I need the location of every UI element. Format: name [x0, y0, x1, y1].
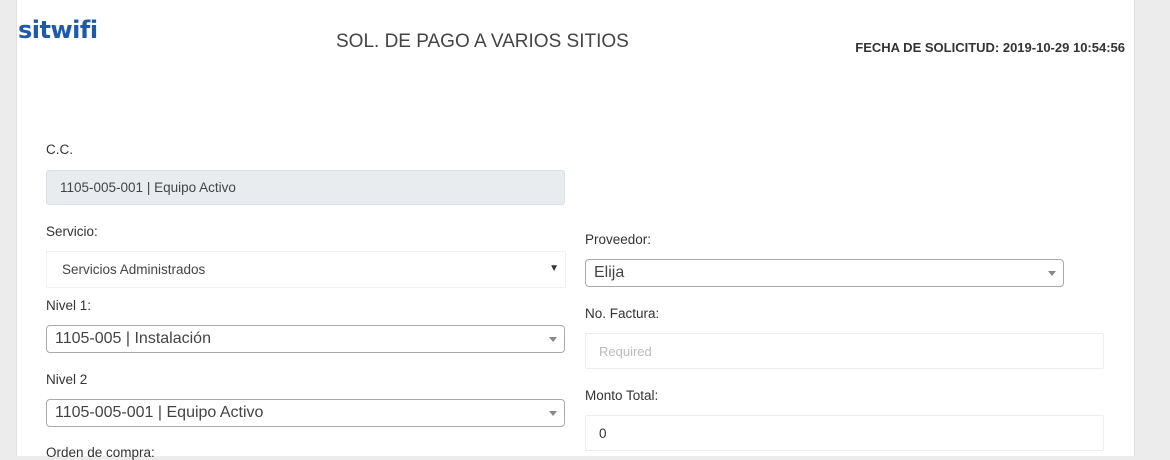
servicio-select[interactable]: Servicios Administrados ▼ — [46, 251, 566, 288]
nivel1-label: Nivel 1: — [46, 298, 92, 313]
monto-value: 0 — [599, 425, 607, 441]
proveedor-select[interactable]: Elija — [585, 259, 1064, 287]
monto-input[interactable]: 0 — [585, 415, 1104, 451]
sitwifi-logo: sitwifi — [18, 16, 98, 44]
proveedor-label: Proveedor: — [585, 232, 652, 247]
nivel2-label: Nivel 2 — [46, 372, 88, 387]
form-card — [16, 0, 1135, 456]
cc-label: C.C. — [46, 142, 73, 157]
caret-down-icon: ▼ — [549, 263, 559, 274]
request-date: FECHA DE SOLICITUD: 2019-10-29 10:54:56 — [855, 40, 1125, 55]
cc-value: 1105-005-001 | Equipo Activo — [60, 180, 236, 195]
nivel1-value: 1105-005 | Instalación — [55, 330, 211, 347]
nivel2-value: 1105-005-001 | Equipo Activo — [55, 404, 264, 421]
factura-placeholder: Required — [599, 343, 652, 359]
servicio-value: Servicios Administrados — [62, 262, 206, 277]
dropdown-arrow-icon — [1048, 271, 1056, 276]
cc-field: 1105-005-001 | Equipo Activo — [46, 170, 565, 205]
factura-label: No. Factura: — [585, 306, 660, 321]
orden-label: Orden de compra: — [46, 445, 155, 460]
proveedor-value: Elija — [594, 264, 625, 281]
dropdown-arrow-icon — [549, 411, 557, 416]
page-title: SOL. DE PAGO A VARIOS SITIOS — [336, 31, 629, 52]
dropdown-arrow-icon — [549, 337, 557, 342]
nivel2-select[interactable]: 1105-005-001 | Equipo Activo — [46, 399, 565, 427]
monto-label: Monto Total: — [585, 388, 659, 403]
factura-input[interactable]: Required — [585, 333, 1104, 369]
nivel1-select[interactable]: 1105-005 | Instalación — [46, 325, 565, 353]
servicio-label: Servicio: — [46, 224, 98, 239]
